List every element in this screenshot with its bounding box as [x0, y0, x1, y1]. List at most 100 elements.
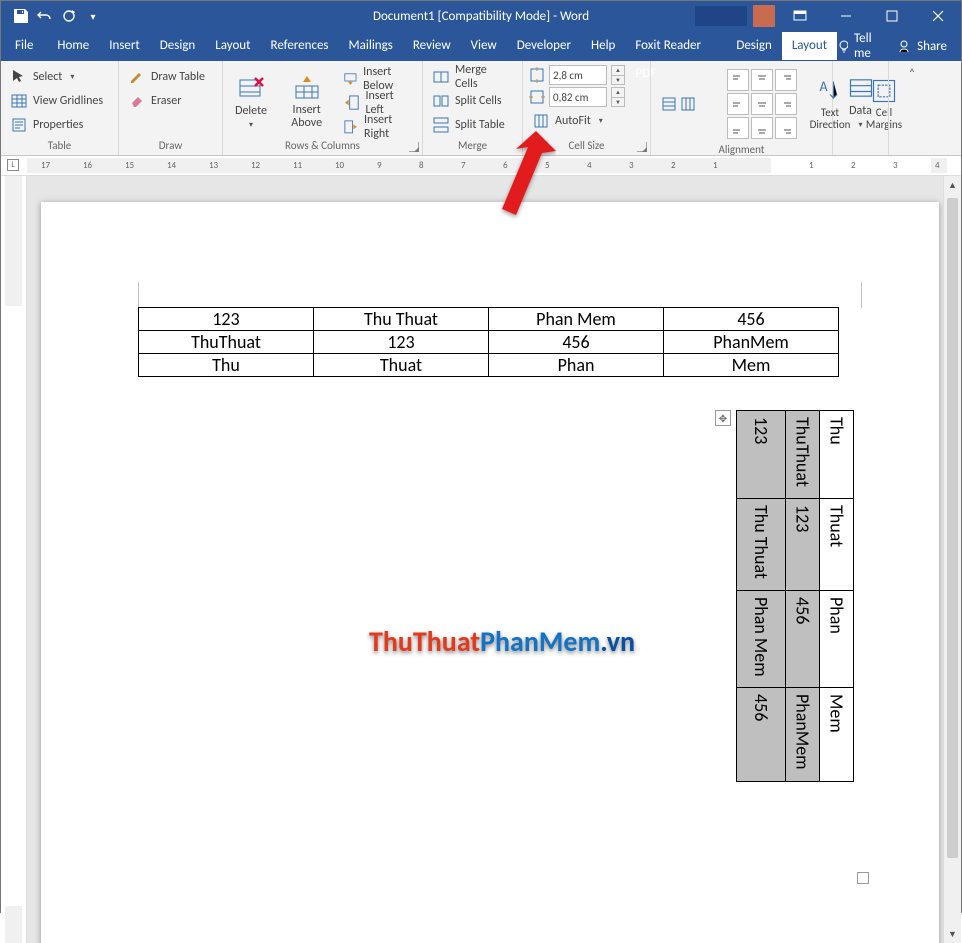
table-cell[interactable]: Thu Thuat	[314, 308, 489, 331]
table-row[interactable]: Phan Mem 456 Phan	[737, 590, 854, 688]
table-cell[interactable]: Mem	[820, 688, 854, 782]
dialog-launcher-icon[interactable]	[637, 142, 647, 152]
table-cell[interactable]: 123	[314, 331, 489, 354]
table-cell[interactable]: 456	[786, 590, 820, 688]
share-button[interactable]: Share	[897, 39, 947, 54]
tab-insert[interactable]: Insert	[99, 32, 150, 60]
vertical-ruler[interactable]	[1, 176, 27, 943]
redo-icon[interactable]	[61, 8, 77, 24]
align-bot-center-icon[interactable]	[751, 117, 773, 139]
align-top-right-icon[interactable]	[775, 69, 797, 91]
align-bot-left-icon[interactable]	[727, 117, 749, 139]
table-cell[interactable]: 456	[664, 308, 839, 331]
align-mid-right-icon[interactable]	[775, 93, 797, 115]
table-cell[interactable]: 123	[786, 498, 820, 590]
tell-me[interactable]: Tell me	[837, 31, 883, 61]
table-row[interactable]: 123 ThuThuat Thu	[737, 411, 854, 499]
insert-right-button[interactable]: Insert Right	[340, 115, 416, 139]
insert-below-button[interactable]: Insert Below	[340, 67, 416, 91]
ribbon-display-options-icon[interactable]	[777, 1, 823, 31]
eraser-button[interactable]: Eraser	[125, 89, 185, 113]
maximize-button[interactable]	[869, 1, 915, 31]
table-cell[interactable]: 456	[737, 688, 786, 782]
table-cell[interactable]: PhanMem	[664, 331, 839, 354]
minimize-button[interactable]	[823, 1, 869, 31]
scroll-down-icon[interactable]: ▼	[944, 925, 961, 943]
document-canvas[interactable]: 123 Thu Thuat Phan Mem 456 ThuThuat 123 …	[27, 176, 943, 943]
save-icon[interactable]	[13, 8, 29, 24]
align-mid-center-icon[interactable]	[751, 93, 773, 115]
table-cell[interactable]: 456	[489, 331, 664, 354]
merge-cells-button[interactable]: Merge Cells	[429, 65, 516, 89]
tab-help[interactable]: Help	[581, 32, 625, 60]
undo-icon[interactable]	[37, 8, 53, 24]
draw-table-button[interactable]: Draw Table	[125, 65, 209, 89]
insert-above-button[interactable]: Insert Above	[277, 70, 336, 134]
data-button[interactable]: Data ▾	[839, 70, 883, 134]
table-row[interactable]: Thu Thuat Phan Mem	[139, 354, 839, 377]
close-button[interactable]	[915, 1, 961, 31]
align-bot-right-icon[interactable]	[775, 117, 797, 139]
table-cell[interactable]: Phan Mem	[737, 590, 786, 688]
tab-foxit[interactable]: Foxit Reader PDF	[625, 32, 726, 60]
table-cell[interactable]: Thu	[139, 354, 314, 377]
user-avatar[interactable]	[753, 5, 775, 27]
tab-file[interactable]: File	[1, 32, 47, 60]
spinner-up-icon[interactable]: ▲	[612, 88, 624, 98]
table-cell[interactable]: 123	[737, 411, 786, 499]
tab-references[interactable]: References	[261, 32, 339, 60]
alignment-grid[interactable]	[723, 65, 801, 143]
table-cell[interactable]: Thuat	[820, 498, 854, 590]
vertical-scrollbar[interactable]: ▲ ▼	[943, 176, 961, 943]
document-table-horizontal[interactable]: 123 Thu Thuat Phan Mem 456 ThuThuat 123 …	[138, 307, 839, 377]
table-cell[interactable]: Thuat	[314, 354, 489, 377]
qat-customize-icon[interactable]: ▾	[85, 8, 101, 24]
tab-layout[interactable]: Layout	[205, 32, 260, 60]
table-cell[interactable]: ThuThuat	[139, 331, 314, 354]
table-row[interactable]: 123 Thu Thuat Phan Mem 456	[139, 308, 839, 331]
align-top-left-icon[interactable]	[727, 69, 749, 91]
tab-tabletools-design[interactable]: Design	[726, 32, 781, 60]
table-move-handle-icon[interactable]: ✥	[715, 410, 731, 426]
document-table-vertical[interactable]: 123 ThuThuat Thu Thu Thuat 123 Thuat Pha…	[736, 410, 854, 782]
distribute-rows-icon[interactable]	[661, 96, 677, 112]
tab-home[interactable]: Home	[47, 32, 99, 60]
autofit-button[interactable]: AutoFit ▾	[529, 109, 607, 133]
align-mid-left-icon[interactable]	[727, 93, 749, 115]
scrollbar-thumb[interactable]	[947, 198, 958, 858]
delete-button[interactable]: Delete ▾	[229, 70, 273, 134]
tab-mailings[interactable]: Mailings	[339, 32, 403, 60]
select-button[interactable]: Select ▾	[7, 65, 78, 89]
table-cell[interactable]: 123	[139, 308, 314, 331]
align-top-center-icon[interactable]	[751, 69, 773, 91]
spinner-up-icon[interactable]: ▲	[612, 66, 624, 76]
properties-button[interactable]: Properties	[7, 113, 87, 137]
table-cell[interactable]: Thu	[820, 411, 854, 499]
table-cell[interactable]: Phan	[489, 354, 664, 377]
table-cell[interactable]: Phan Mem	[489, 308, 664, 331]
table-row[interactable]: 456 PhanMem Mem	[737, 688, 854, 782]
table-cell[interactable]: Thu Thuat	[737, 498, 786, 590]
tab-developer[interactable]: Developer	[507, 32, 581, 60]
table-cell[interactable]: Mem	[664, 354, 839, 377]
row-height-spinner[interactable]: ▲▼	[611, 65, 625, 85]
row-height-input[interactable]: 2,8 cm	[549, 65, 607, 85]
spinner-down-icon[interactable]: ▼	[612, 98, 624, 107]
tab-design[interactable]: Design	[150, 32, 205, 60]
table-row[interactable]: Thu Thuat 123 Thuat	[737, 498, 854, 590]
table-cell[interactable]: PhanMem	[786, 688, 820, 782]
table-cell[interactable]: Phan	[820, 590, 854, 688]
table-resize-handle-icon[interactable]	[857, 872, 869, 884]
tab-view[interactable]: View	[461, 32, 507, 60]
split-table-button[interactable]: Split Table	[429, 113, 509, 137]
split-cells-button[interactable]: Split Cells	[429, 89, 506, 113]
column-width-input[interactable]: 0,82 cm	[549, 87, 607, 107]
insert-left-button[interactable]: Insert Left	[340, 91, 416, 115]
view-gridlines-button[interactable]: View Gridlines	[7, 89, 107, 113]
spinner-down-icon[interactable]: ▼	[612, 76, 624, 85]
tab-tabletools-layout[interactable]: Layout	[782, 32, 837, 60]
horizontal-ruler[interactable]: L 12345678910111213141516171234	[1, 156, 961, 176]
tab-review[interactable]: Review	[403, 32, 461, 60]
scroll-up-icon[interactable]: ▲	[944, 176, 961, 194]
distribute-cols-icon[interactable]	[680, 96, 696, 112]
